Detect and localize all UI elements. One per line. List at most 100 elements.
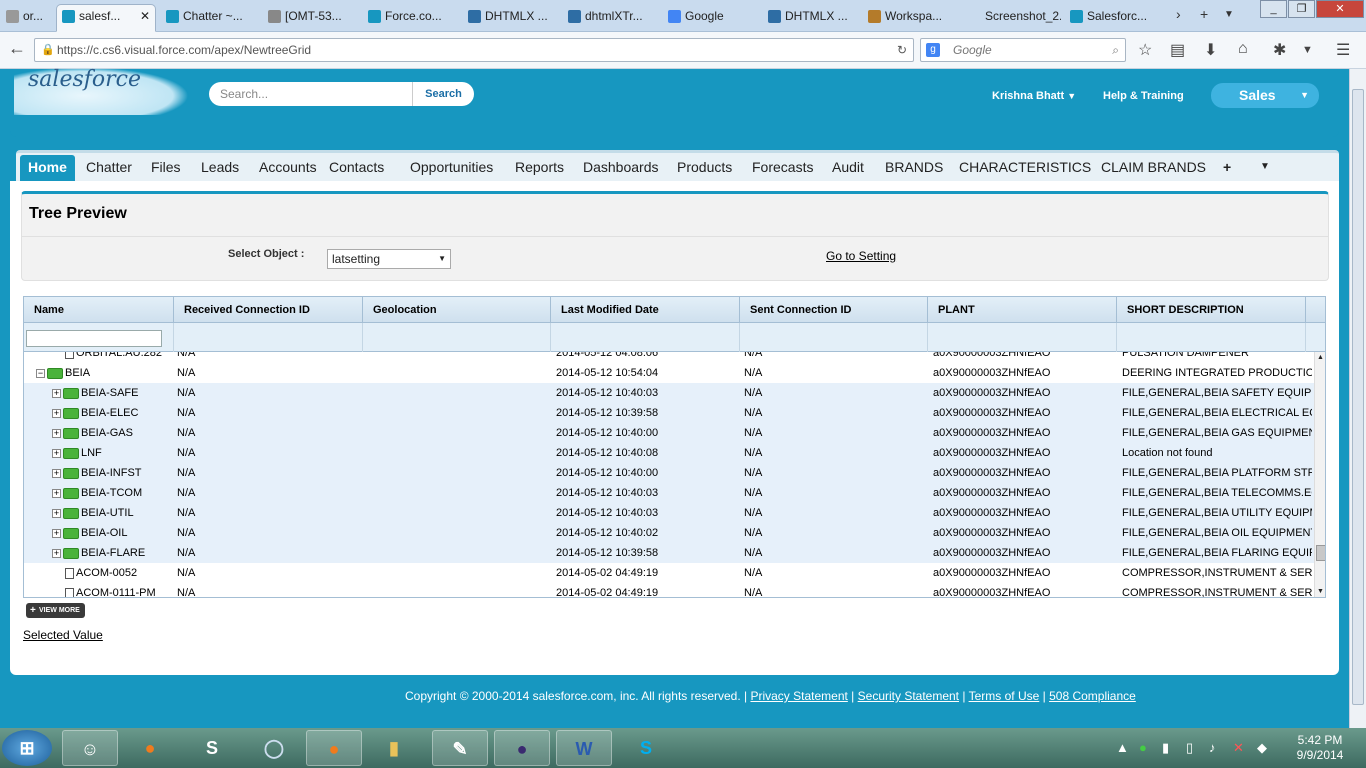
salesforce-logo[interactable]: salesforce	[14, 67, 189, 115]
taskbar-skype-icon[interactable]: S	[618, 730, 674, 766]
tab-files[interactable]: Files	[147, 155, 185, 181]
tree-row[interactable]: + BEIA-ELEC N/A 2014-05-12 10:39:58 N/A a0X90…	[24, 403, 1314, 423]
browser-tab[interactable]: Screenshot_2...	[962, 4, 1062, 29]
browser-search-input[interactable]: g Google ⌕	[920, 38, 1126, 62]
tab-dashboards[interactable]: Dashboards	[579, 155, 663, 181]
all-tabs-plus-icon[interactable]: +	[1219, 155, 1235, 181]
reload-icon[interactable]: ↻	[897, 39, 907, 61]
minimize-button[interactable]: _	[1260, 0, 1287, 18]
tab-forecasts[interactable]: Forecasts	[748, 155, 817, 181]
taskbar-folder-icon[interactable]: ▮	[366, 730, 422, 766]
expand-icon[interactable]: +	[52, 528, 61, 538]
tab-characteristics[interactable]: CHARACTERISTICS	[955, 155, 1095, 181]
tree-row[interactable]: + BEIA-OIL N/A 2014-05-12 10:40:02 N/A a0X900…	[24, 523, 1314, 543]
grid-scrollbar[interactable]: ▲ ▼	[1314, 352, 1325, 597]
go-to-setting-link[interactable]: Go to Setting	[826, 249, 896, 263]
column-header[interactable]: Geolocation	[363, 297, 551, 323]
select-object-dropdown[interactable]: latsetting ▼	[327, 249, 451, 269]
scroll-down-icon[interactable]: ▼	[1317, 588, 1324, 595]
tab-scroll-right-icon[interactable]: ›	[1176, 6, 1181, 22]
tree-row[interactable]: + BEIA-TCOM N/A 2014-05-12 10:40:03 N/A a0X90…	[24, 483, 1314, 503]
browser-tab[interactable]: [OMT-53...	[262, 4, 358, 29]
tab-accounts[interactable]: Accounts	[255, 155, 321, 181]
compliance-link[interactable]: 508 Compliance	[1049, 689, 1136, 703]
browser-tab[interactable]: or...	[0, 4, 48, 29]
tab-products[interactable]: Products	[673, 155, 736, 181]
browser-tab[interactable]: Force.co...	[362, 4, 458, 29]
user-menu[interactable]: Krishna Bhatt ▼	[992, 90, 1076, 102]
tree-row[interactable]: ORBITAL.AU.282 N/A 2014-05-12 04:08:06 N/A a…	[24, 352, 1314, 363]
column-header[interactable]: Last Modified Date	[551, 297, 740, 323]
help-training-link[interactable]: Help & Training	[1103, 90, 1184, 102]
grid-scroll-thumb[interactable]	[1316, 545, 1325, 561]
tray-battery-icon[interactable]: ▯	[1186, 740, 1193, 756]
expand-icon[interactable]: +	[52, 448, 61, 458]
taskbar-slack-icon[interactable]: S	[184, 730, 240, 766]
tray-status-icon[interactable]: ●	[1139, 740, 1147, 755]
tree-row[interactable]: ACOM-0111-PM N/A 2014-05-02 04:49:19 N/A a0X…	[24, 583, 1314, 597]
column-header[interactable]: SHORT DESCRIPTION	[1117, 297, 1306, 323]
browser-tab[interactable]: DHTMLX ...	[462, 4, 558, 29]
tree-row[interactable]: + BEIA-SAFE N/A 2014-05-12 10:40:03 N/A a0X90…	[24, 383, 1314, 403]
maximize-button[interactable]: ❐	[1288, 0, 1315, 18]
tab-contacts[interactable]: Contacts	[325, 155, 388, 181]
taskbar-firefox-icon[interactable]: ●	[122, 730, 178, 766]
back-button[interactable]: ←	[8, 38, 26, 59]
expand-icon[interactable]: +	[52, 428, 61, 438]
url-bar[interactable]: 🔒 https://c.cs6.visual.force.com/apex/Ne…	[34, 38, 914, 62]
column-header[interactable]: Received Connection ID	[174, 297, 363, 323]
app-menu[interactable]: Sales ▼	[1211, 83, 1319, 108]
expand-icon[interactable]: +	[52, 488, 61, 498]
sf-search-input[interactable]: Search...	[209, 82, 412, 106]
view-more-button[interactable]: + VIEW MORE	[26, 603, 85, 618]
tree-row[interactable]: + BEIA-INFST N/A 2014-05-12 10:40:00 N/A a0X9…	[24, 463, 1314, 483]
tab-reports[interactable]: Reports	[511, 155, 568, 181]
tab-audit[interactable]: Audit	[828, 155, 868, 181]
download-icon[interactable]: ⬇	[1204, 40, 1217, 60]
column-header[interactable]: Name	[24, 297, 174, 323]
browser-tab[interactable]: DHTMLX ...	[762, 4, 858, 29]
taskbar-word-icon[interactable]: W	[556, 730, 612, 766]
tree-row[interactable]: ACOM-0052 N/A 2014-05-02 04:49:19 N/A a0X900…	[24, 563, 1314, 583]
expand-icon[interactable]: +	[52, 508, 61, 518]
search-icon[interactable]: ⌕	[1112, 39, 1119, 61]
tab-chatter[interactable]: Chatter	[82, 155, 136, 181]
extension-menu-icon[interactable]: ▼	[1302, 44, 1313, 56]
bookmark-star-icon[interactable]: ☆	[1138, 40, 1152, 60]
browser-tab[interactable]: Chatter ~...	[160, 4, 256, 29]
browser-tab[interactable]: Salesforc...	[1064, 4, 1170, 29]
start-button[interactable]: ⊞	[2, 730, 52, 766]
menu-icon[interactable]: ☰	[1336, 40, 1350, 60]
tree-row[interactable]: + BEIA-FLARE N/A 2014-05-12 10:39:58 N/A a0X9…	[24, 543, 1314, 563]
column-header[interactable]: Sent Connection ID	[740, 297, 928, 323]
browser-tab[interactable]: Google	[662, 4, 758, 29]
tray-show-hidden-icon[interactable]: ▲	[1116, 740, 1129, 755]
expand-icon[interactable]: +	[52, 408, 61, 418]
tabs-overflow-icon[interactable]: ▼	[1256, 155, 1274, 181]
taskbar-chat-icon[interactable]: ◯	[246, 730, 302, 766]
terms-link[interactable]: Terms of Use	[969, 689, 1040, 703]
tree-row[interactable]: + LNF N/A 2014-05-12 10:40:08 N/A a0X90000003…	[24, 443, 1314, 463]
expand-icon[interactable]: +	[52, 388, 61, 398]
tray-alert-icon[interactable]: ✕	[1233, 740, 1244, 756]
browser-tab[interactable]: salesf... ✕	[56, 4, 156, 32]
tab-opportunities[interactable]: Opportunities	[406, 155, 497, 181]
taskbar-messenger-icon[interactable]: ☺	[62, 730, 118, 766]
close-window-button[interactable]: ✕	[1316, 0, 1364, 18]
security-link[interactable]: Security Statement	[858, 689, 959, 703]
tab-leads[interactable]: Leads	[197, 155, 243, 181]
column-header[interactable]: PLANT	[928, 297, 1117, 323]
taskbar-eclipse-icon[interactable]: ●	[494, 730, 550, 766]
tab-claim-brands[interactable]: CLAIM BRANDS	[1097, 155, 1210, 181]
scroll-up-icon[interactable]: ▲	[1317, 354, 1324, 361]
reading-list-icon[interactable]: ▤	[1170, 40, 1185, 60]
tree-row[interactable]: + BEIA-UTIL N/A 2014-05-12 10:40:03 N/A a0X90…	[24, 503, 1314, 523]
extension-icon[interactable]: ✱	[1273, 40, 1286, 60]
tab-brands[interactable]: BRANDS	[881, 155, 947, 181]
tray-network-icon[interactable]: ▮	[1162, 740, 1169, 756]
taskbar-clock[interactable]: 5:42 PM 9/9/2014	[1290, 733, 1350, 763]
tab-list-icon[interactable]: ▼	[1224, 9, 1234, 20]
taskbar-firefox-open-icon[interactable]: ●	[306, 730, 362, 766]
browser-tab[interactable]: Workspa...	[862, 4, 958, 29]
collapse-icon[interactable]: −	[36, 368, 45, 378]
